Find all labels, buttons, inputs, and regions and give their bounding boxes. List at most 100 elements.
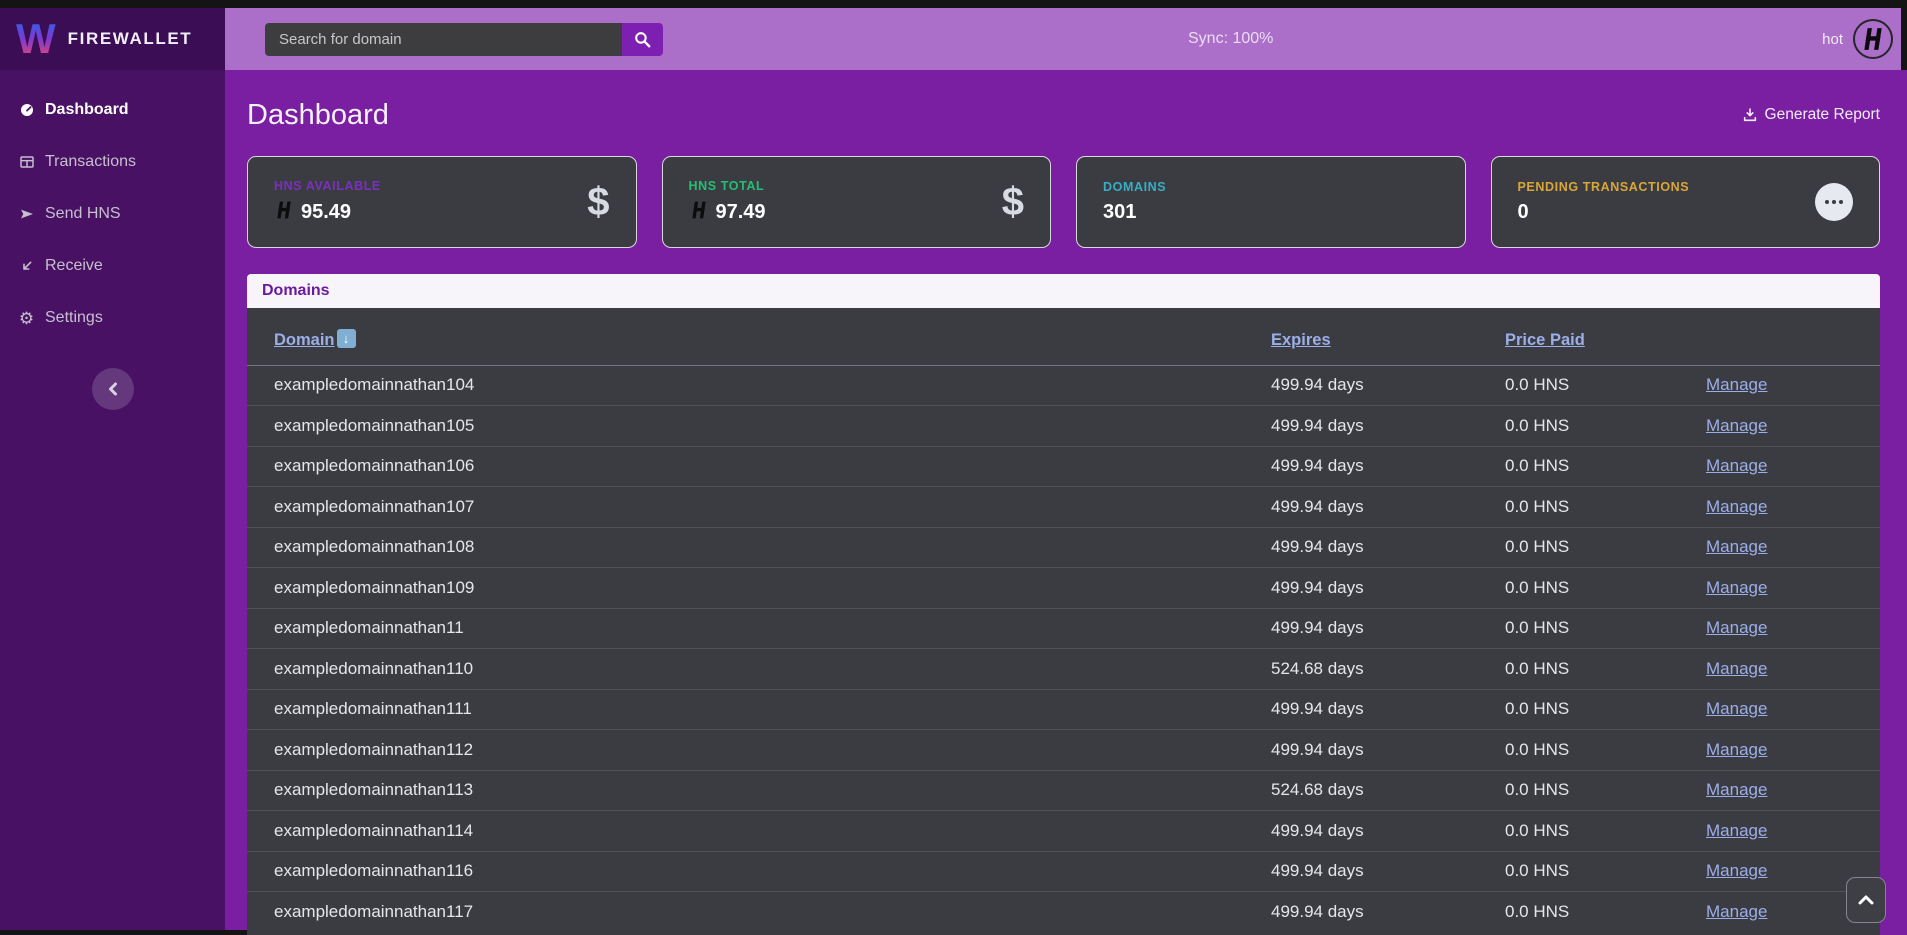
card-domains: DOMAINS301 <box>1076 156 1466 248</box>
manage-link[interactable]: Manage <box>1706 537 1767 556</box>
manage-link[interactable]: Manage <box>1706 416 1767 435</box>
sidebar: W FIREWALLET DashboardTransactionsSend H… <box>0 8 225 935</box>
scroll-to-top-button[interactable] <box>1846 877 1886 923</box>
window-right-border <box>1901 8 1907 70</box>
expires-cell: 499.94 days <box>1271 406 1505 447</box>
manage-link[interactable]: Manage <box>1706 780 1767 799</box>
app-window: W FIREWALLET DashboardTransactionsSend H… <box>0 0 1907 935</box>
manage-link[interactable]: Manage <box>1706 902 1767 921</box>
hns-coin-icon <box>274 200 294 220</box>
search-input[interactable] <box>265 23 622 56</box>
manage-link[interactable]: Manage <box>1706 659 1767 678</box>
domain-cell: exampledomainnathan11 <box>247 608 1271 649</box>
manage-link[interactable]: Manage <box>1706 821 1767 840</box>
expires-cell: 499.94 days <box>1271 730 1505 771</box>
sidebar-item-settings[interactable]: ⚙Settings <box>0 292 225 344</box>
hns-coin-icon <box>689 200 709 220</box>
ellipsis-menu-icon[interactable] <box>1815 183 1853 221</box>
table-row: exampledomainnathan105499.94 days0.0 HNS… <box>247 406 1880 447</box>
topbar: Sync: 100% hot <box>225 8 1907 70</box>
manage-link[interactable]: Manage <box>1706 699 1767 718</box>
card-pending-transactions: PENDING TRANSACTIONS 0 <box>1491 156 1881 248</box>
table-row: exampledomainnathan108499.94 days0.0 HNS… <box>247 527 1880 568</box>
domain-cell: exampledomainnathan104 <box>247 365 1271 406</box>
firewallet-logo-icon: W <box>16 19 56 59</box>
manage-link[interactable]: Manage <box>1706 375 1767 394</box>
card-value: 0 <box>1518 201 1529 224</box>
domain-cell: exampledomainnathan111 <box>247 689 1271 730</box>
manage-link[interactable]: Manage <box>1706 861 1767 880</box>
domains-table: Domain↓ Expires Price Paid exampledomain… <box>247 308 1880 932</box>
card-label: HNS TOTAL <box>689 179 766 193</box>
page-title: Dashboard <box>247 99 389 132</box>
manage-link[interactable]: Manage <box>1706 740 1767 759</box>
domain-cell: exampledomainnathan116 <box>247 851 1271 892</box>
card-label: PENDING TRANSACTIONS <box>1518 180 1690 194</box>
sync-status: Sync: 100% <box>1188 8 1273 70</box>
price-paid-cell: 0.0 HNS <box>1505 406 1706 447</box>
expires-cell: 499.94 days <box>1271 527 1505 568</box>
price-paid-cell: 0.0 HNS <box>1505 446 1706 487</box>
sort-by-expires-header[interactable]: Expires <box>1271 331 1331 349</box>
handshake-logo-icon <box>1860 26 1886 52</box>
price-paid-cell: 0.0 HNS <box>1505 568 1706 609</box>
hns-coin-icon <box>689 200 709 225</box>
search-button[interactable] <box>622 23 663 56</box>
sidebar-collapse-button[interactable] <box>92 368 134 410</box>
expires-cell: 499.94 days <box>1271 487 1505 528</box>
generate-report-button[interactable]: Generate Report <box>1742 106 1880 124</box>
price-paid-cell: 0.0 HNS <box>1505 811 1706 852</box>
sidebar-item-transactions[interactable]: Transactions <box>0 136 225 188</box>
card-label: HNS AVAILABLE <box>274 179 381 193</box>
price-paid-cell: 0.0 HNS <box>1505 365 1706 406</box>
sidebar-item-label: Transactions <box>45 153 136 171</box>
domain-cell: exampledomainnathan105 <box>247 406 1271 447</box>
domains-panel: Domains Domain↓ Expires <box>247 274 1880 935</box>
manage-link[interactable]: Manage <box>1706 497 1767 516</box>
sidebar-item-label: Dashboard <box>45 101 129 119</box>
price-paid-cell: 0.0 HNS <box>1505 892 1706 933</box>
sort-by-price-header[interactable]: Price Paid <box>1505 331 1585 349</box>
card-value: 95.49 <box>301 201 351 224</box>
sidebar-item-receive[interactable]: Receive <box>0 240 225 292</box>
domain-cell: exampledomainnathan114 <box>247 811 1271 852</box>
handshake-wallet-icon[interactable] <box>1853 19 1893 59</box>
domain-cell: exampledomainnathan109 <box>247 568 1271 609</box>
domain-cell: exampledomainnathan113 <box>247 770 1271 811</box>
card-label: DOMAINS <box>1103 180 1166 194</box>
expires-cell: 524.68 days <box>1271 770 1505 811</box>
domain-cell: exampledomainnathan117 <box>247 892 1271 933</box>
manage-link[interactable]: Manage <box>1706 618 1767 637</box>
search-icon <box>633 30 652 49</box>
hns-coin-icon <box>274 200 294 225</box>
window-bottom-border <box>0 930 247 935</box>
price-paid-cell: 0.0 HNS <box>1505 487 1706 528</box>
domain-cell: exampledomainnathan107 <box>247 487 1271 528</box>
panel-title: Domains <box>262 282 330 300</box>
table-row: exampledomainnathan107499.94 days0.0 HNS… <box>247 487 1880 528</box>
table-row: exampledomainnathan106499.94 days0.0 HNS… <box>247 446 1880 487</box>
chevron-up-icon <box>1858 895 1874 905</box>
expires-cell: 499.94 days <box>1271 892 1505 933</box>
manage-link[interactable]: Manage <box>1706 456 1767 475</box>
sort-descending-icon: ↓ <box>337 329 356 348</box>
expires-cell: 499.94 days <box>1271 446 1505 487</box>
wallet-name: hot <box>1822 31 1843 48</box>
send-icon <box>18 206 35 223</box>
table-icon <box>18 154 35 171</box>
gauge-icon <box>18 102 35 119</box>
search-group <box>265 23 663 56</box>
gear-icon: ⚙ <box>18 310 35 327</box>
domain-cell: exampledomainnathan112 <box>247 730 1271 771</box>
manage-link[interactable]: Manage <box>1706 578 1767 597</box>
table-row: exampledomainnathan104499.94 days0.0 HNS… <box>247 365 1880 406</box>
sort-by-domain-header[interactable]: Domain <box>274 331 335 349</box>
domains-table-body: Domain↓ Expires Price Paid exampledomain… <box>247 308 1880 935</box>
sidebar-item-dashboard[interactable]: Dashboard <box>0 84 225 136</box>
table-row: exampledomainnathan111499.94 days0.0 HNS… <box>247 689 1880 730</box>
window-top-border <box>0 0 1907 8</box>
domain-cell: exampledomainnathan110 <box>247 649 1271 690</box>
sidebar-item-send-hns[interactable]: Send HNS <box>0 188 225 240</box>
table-row: exampledomainnathan11499.94 days0.0 HNSM… <box>247 608 1880 649</box>
expires-cell: 499.94 days <box>1271 608 1505 649</box>
